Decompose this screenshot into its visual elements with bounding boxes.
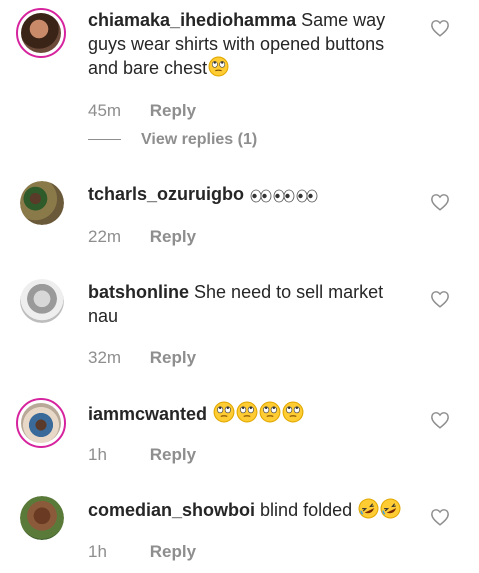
rolling-eyes-emoji-icon <box>282 401 304 429</box>
comment-username[interactable]: comedian_showboi <box>88 500 255 520</box>
comment-body: blind folded <box>260 500 353 520</box>
avatar[interactable] <box>20 181 64 225</box>
comment-username[interactable]: batshonline <box>88 282 189 302</box>
reply-button[interactable]: Reply <box>150 542 196 561</box>
reply-button[interactable]: Reply <box>150 348 196 367</box>
reply-button[interactable]: Reply <box>150 445 196 464</box>
heart-outline-icon[interactable] <box>430 411 450 429</box>
rolling-eyes-emoji-icon <box>213 401 235 429</box>
divider-line <box>88 139 121 141</box>
eyes-emoji-icon <box>273 185 295 209</box>
comment-time: 1h <box>88 542 107 561</box>
reply-button[interactable]: Reply <box>150 227 196 246</box>
comment-meta: 1h Reply <box>88 445 196 465</box>
rolling-laughing-emoji-icon <box>358 498 379 525</box>
comment-time: 45m <box>88 101 122 120</box>
comment-time: 32m <box>88 348 122 367</box>
avatar[interactable] <box>20 279 64 323</box>
heart-outline-icon[interactable] <box>430 19 450 37</box>
avatar[interactable] <box>20 496 64 540</box>
comment-text: iammcwanted <box>88 401 416 429</box>
comment-text: chiamaka_ihediohamma Same way guys wear … <box>88 8 416 83</box>
heart-outline-icon[interactable] <box>430 193 450 211</box>
avatar[interactable] <box>16 8 66 58</box>
comment-username[interactable]: tcharls_ozuruigbo <box>88 184 244 204</box>
rolling-laughing-emoji-icon <box>380 498 401 525</box>
view-replies-label: View replies (1) <box>141 131 258 148</box>
heart-outline-icon[interactable] <box>430 508 450 526</box>
rolling-eyes-emoji-icon <box>208 56 229 83</box>
comment-text: tcharls_ozuruigbo <box>88 182 416 209</box>
avatar[interactable] <box>16 398 66 448</box>
comment-time: 22m <box>88 227 122 246</box>
comment-meta: 22m Reply <box>88 227 196 247</box>
comment-time: 1h <box>88 445 107 464</box>
rolling-eyes-emoji-icon <box>259 401 281 429</box>
rolling-eyes-emoji-icon <box>236 401 258 429</box>
comment-meta: 1h Reply <box>88 542 196 562</box>
comment-username[interactable]: iammcwanted <box>88 404 207 424</box>
comment-text: comedian_showboi blind folded <box>88 498 416 525</box>
heart-outline-icon[interactable] <box>430 290 450 308</box>
comment-username[interactable]: chiamaka_ihediohamma <box>88 10 296 30</box>
eyes-emoji-icon <box>296 185 318 209</box>
comment-text: batshonline She need to sell market nau <box>88 280 416 328</box>
eyes-emoji-icon <box>250 185 272 209</box>
comment-meta: 45m Reply <box>88 101 196 121</box>
reply-button[interactable]: Reply <box>150 101 196 120</box>
comment-meta: 32m Reply <box>88 348 196 368</box>
view-replies-button[interactable]: View replies (1) <box>88 131 257 149</box>
